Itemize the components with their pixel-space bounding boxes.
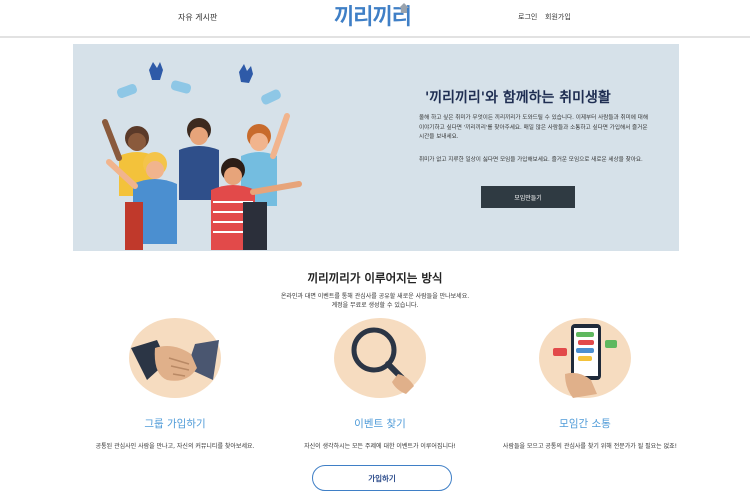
site-header: 자유 게시판 끼리끼리 로그인 회원가입 <box>0 0 750 38</box>
hero-description-2: 취미가 없고 지루한 일상이 싫다면 모임을 가입해보세요. 즐거운 모임으로 … <box>419 157 643 163</box>
section-description: 온라인과 대면 이벤트를 통해 관심사를 공유할 새로운 사람들을 만나보세요. <box>280 293 470 300</box>
hero-banner: '끼리끼리'와 함께하는 취미생활 올해 하고 싶은 취미가 무엇이든 끼리끼리… <box>73 44 679 251</box>
login-link[interactable]: 로그인 <box>518 12 537 22</box>
section-description-2: 계정을 무료로 생성할 수 있습니다. <box>331 302 419 309</box>
feature-find-event: 이벤트 찾기 자신이 생각하시는 모든 주제에 대한 이벤트가 이루어집니다! <box>280 316 480 466</box>
feature-description: 사람들을 모으고 공통의 관심사를 찾기 위해 전문가가 될 필요는 없죠! <box>502 443 678 450</box>
nav-free-board-link[interactable]: 자유 게시판 <box>178 12 217 23</box>
phone-chat-icon <box>539 318 631 398</box>
people-celebrating-illustration <box>102 62 302 250</box>
feature-description: 공통된 관심사인 사람을 만나고, 자신의 커뮤니티를 찾아보세요. <box>95 443 255 450</box>
signup-link[interactable]: 회원가입 <box>545 12 571 22</box>
feature-description: 자신이 생각하시는 모든 주제에 대한 이벤트가 이루어집니다! <box>304 443 456 450</box>
feature-title: 모임간 소통 <box>559 418 611 430</box>
section-title: 끼리끼리가 이루어지는 방식 <box>307 271 443 285</box>
feature-title: 그룹 가입하기 <box>144 418 206 430</box>
join-button[interactable]: 가입하기 <box>312 465 452 491</box>
mask-icon <box>117 80 281 105</box>
magnifier-icon <box>334 318 426 398</box>
feature-title: 이벤트 찾기 <box>354 418 406 430</box>
create-group-button[interactable]: 모임만들기 <box>481 186 575 208</box>
house-icon <box>399 3 409 13</box>
feature-join-group: 그룹 가입하기 공통된 관심사인 사람을 만나고, 자신의 커뮤니티를 찾아보세… <box>75 316 275 466</box>
logo[interactable]: 끼리끼리 <box>334 3 418 33</box>
hero-description: 올해 하고 싶은 취미가 무엇이든 끼리끼리가 도와드릴 수 있습니다. 이제부… <box>419 115 648 140</box>
handshake-icon <box>129 318 221 398</box>
hero-title: '끼리끼리'와 함께하는 취미생활 <box>425 90 611 106</box>
feature-group-chat: 모임간 소통 사람들을 모으고 공통의 관심사를 찾기 위해 전문가가 될 필요… <box>485 316 685 466</box>
glove-icon <box>149 62 253 83</box>
